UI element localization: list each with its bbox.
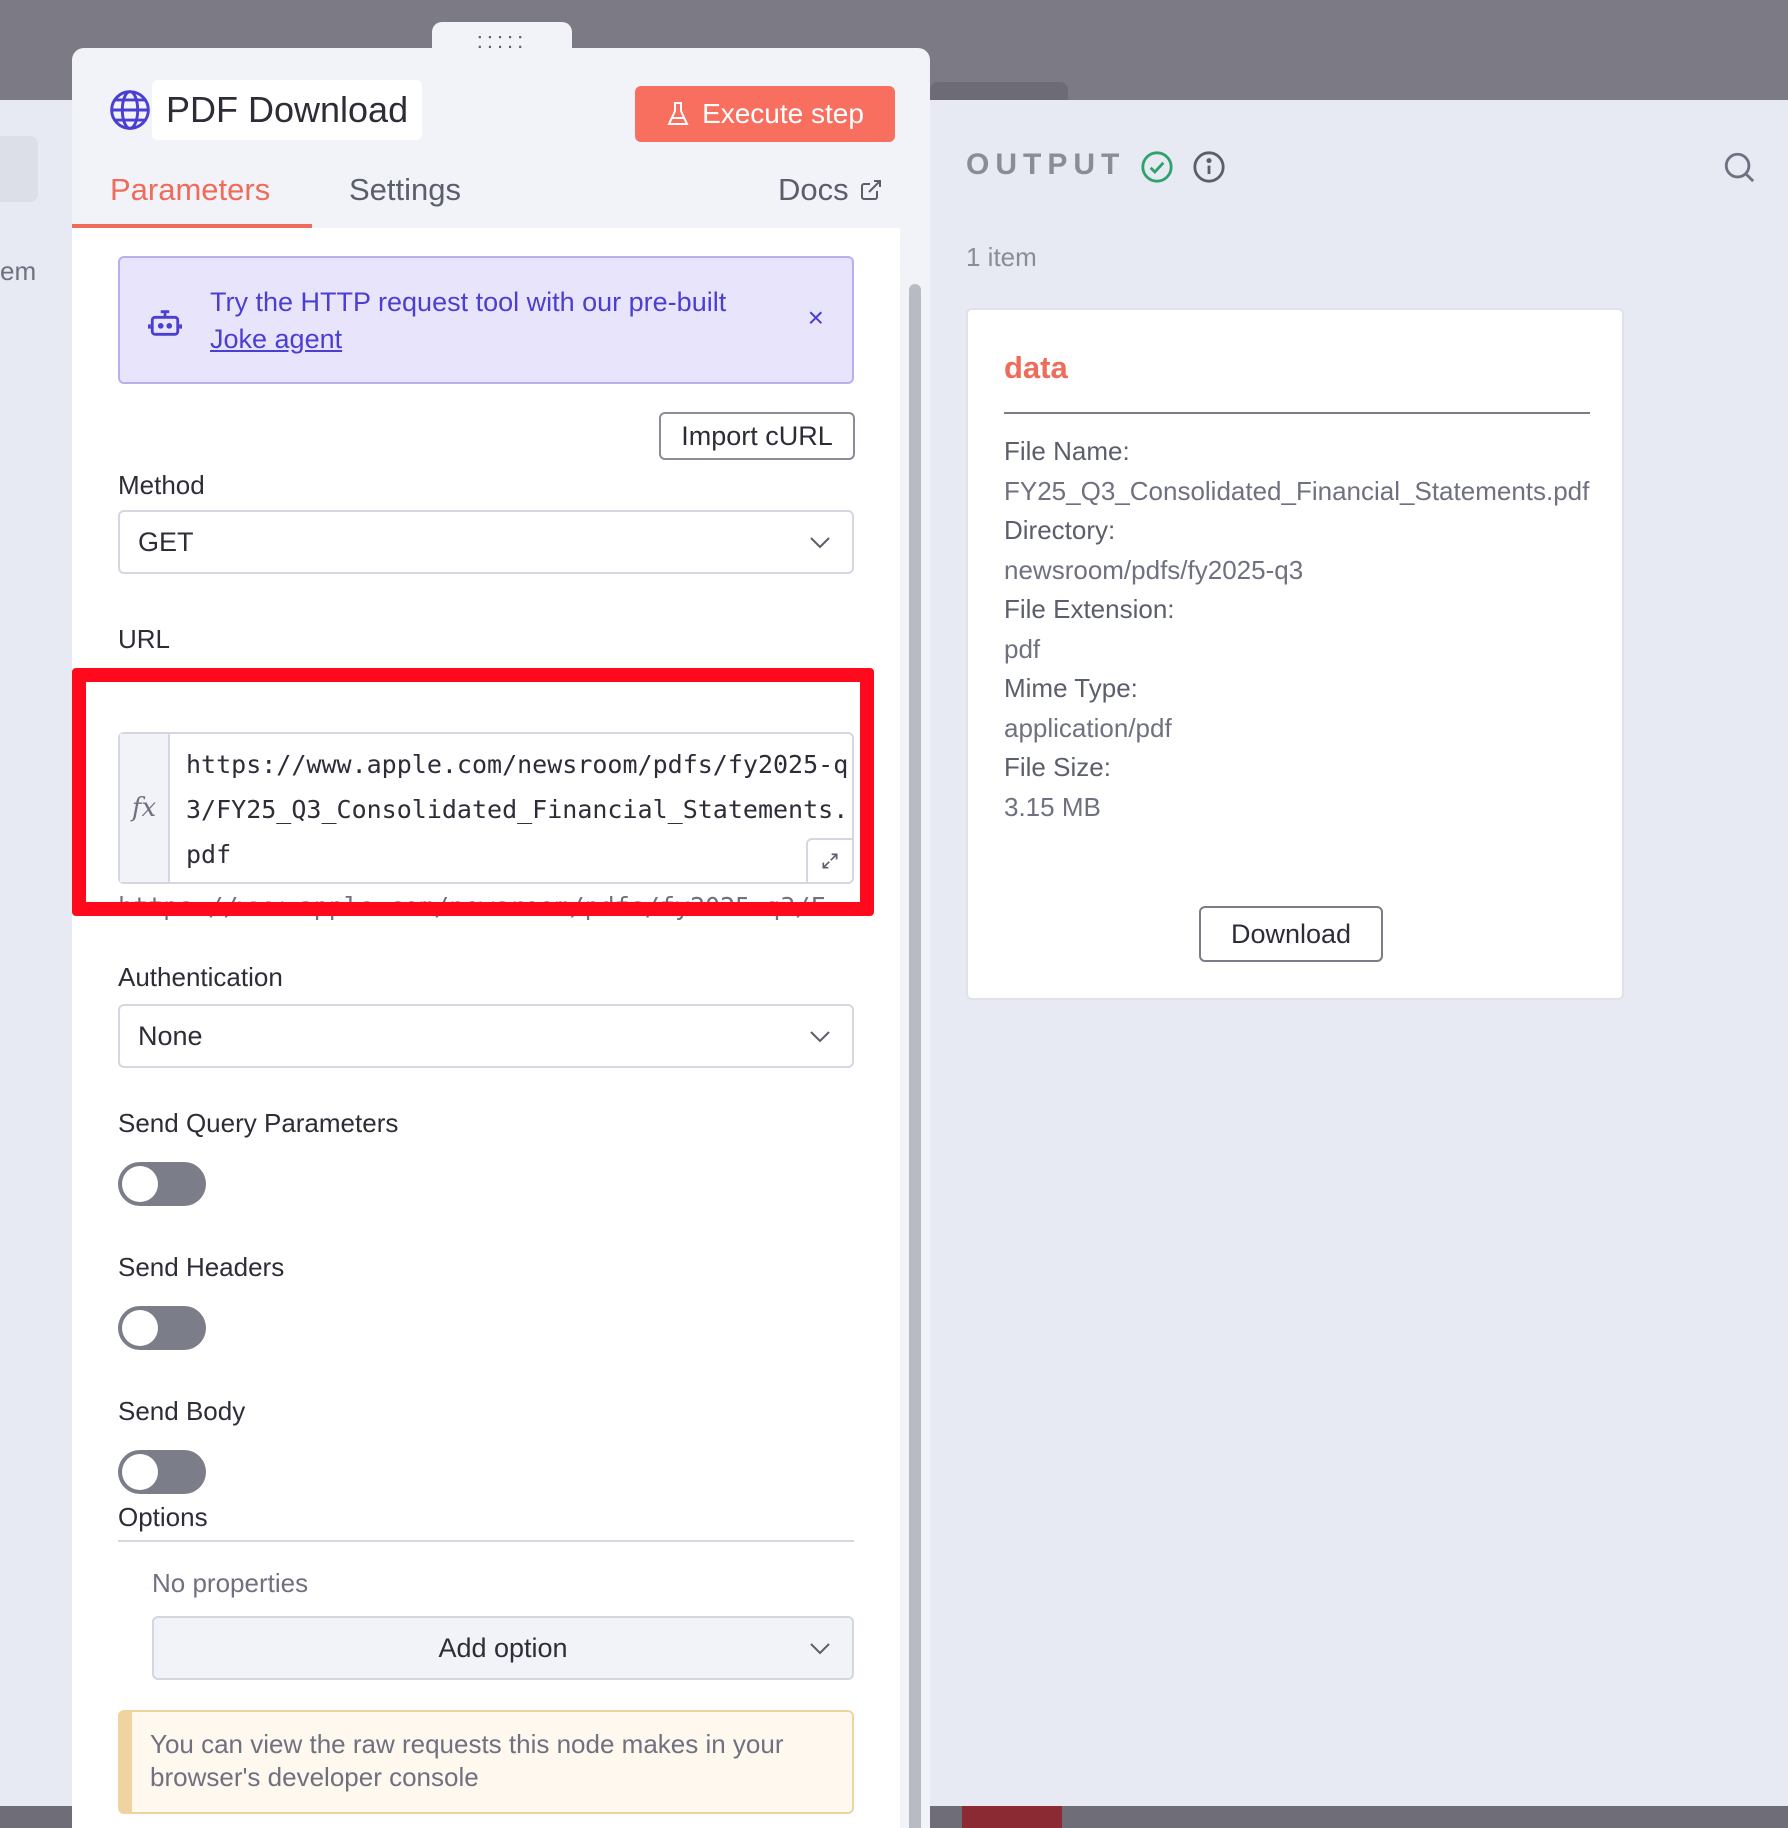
external-link-icon [860,180,881,200]
execute-step-button[interactable]: Execute step [635,86,895,142]
canvas-tab [930,82,1068,100]
send-body-label: Send Body [118,1396,246,1426]
output-item-card: data File Name: FY25_Q3_Consolidated_Fin… [966,308,1624,1000]
directory-value: newsroom/pdfs/fy2025-q3 [1004,554,1304,585]
docs-label: Docs [778,172,849,207]
parameters-body: Try the HTTP request tool with our pre-b… [72,228,900,1828]
card-divider [1004,412,1590,414]
method-label: Method [118,470,205,500]
callout-text: Try the HTTP request tool with our pre-b… [210,284,726,358]
send-query-parameters-toggle[interactable] [118,1162,206,1206]
authentication-select[interactable]: None [118,1004,854,1068]
method-select[interactable]: GET [118,510,854,574]
globe-icon [110,90,150,130]
options-divider [118,1540,854,1542]
file-extension-key: File Extension: [1004,594,1175,624]
options-label: Options [118,1502,208,1532]
authentication-label: Authentication [118,962,283,992]
node-title[interactable]: PDF Download [152,80,423,140]
chevron-down-icon [810,1031,830,1043]
panel-scrollbar[interactable] [900,228,930,1828]
tab-docs[interactable]: Docs [778,172,883,208]
input-panel-stub[interactable] [0,136,38,202]
tab-parameters[interactable]: Parameters [110,172,270,208]
callout-message: Try the HTTP request tool with our pre-b… [210,287,727,317]
close-icon[interactable]: × [808,302,824,334]
file-extension-value: pdf [1004,633,1041,664]
toggle-knob [122,1454,158,1490]
binary-property-name: data [1004,350,1068,385]
node-settings-panel: PDF Download Execute step Parameters Set… [72,48,930,1828]
authentication-value: None [138,1021,203,1051]
file-size-key: File Size: [1004,752,1111,782]
mime-type-key: Mime Type: [1004,673,1138,703]
url-resolved-preview: https://www.apple.com/newsroom/pdfs/fy20… [118,892,854,921]
success-check-icon [1141,151,1173,183]
mime-type-value: application/pdf [1004,712,1172,743]
bottom-indicator [962,1806,1062,1828]
directory-key: Directory: [1004,515,1116,545]
send-query-parameters-label: Send Query Parameters [118,1108,399,1138]
expand-icon [822,853,838,869]
joke-agent-link[interactable]: Joke agent [210,324,342,354]
toggle-knob [122,1166,158,1202]
url-label: URL [118,624,171,654]
item-count: 1 item [966,242,1037,272]
send-body-toggle[interactable] [118,1450,206,1494]
send-headers-label: Send Headers [118,1252,285,1282]
expression-indicator: fx [120,734,170,882]
file-metadata: File Name: FY25_Q3_Consolidated_Financia… [1004,432,1590,827]
url-input[interactable]: fx https://www.apple.com/newsroom/pdfs/f… [118,732,854,884]
add-option-button[interactable]: Add option [152,1616,854,1680]
no-properties-text: No properties [152,1568,309,1598]
execute-step-label: Execute step [702,98,864,129]
input-panel-stub-text: em [0,256,37,286]
info-icon[interactable] [1192,150,1226,184]
flask-icon [667,102,689,125]
file-name-value: FY25_Q3_Consolidated_Financial_Statement… [1004,475,1590,506]
search-icon[interactable] [1722,150,1756,184]
download-button[interactable]: Download [1199,906,1383,962]
chevron-down-icon [810,537,830,549]
panel-header: PDF Download Execute step Parameters Set… [72,48,930,228]
file-name-key: File Name: [1004,436,1130,466]
tab-settings[interactable]: Settings [349,172,461,208]
expand-editor-button[interactable] [806,838,852,882]
method-value: GET [138,527,194,557]
toggle-knob [122,1310,158,1346]
scrollbar-thumb[interactable] [909,284,921,1828]
import-curl-button[interactable]: Import cURL [659,412,855,460]
url-value[interactable]: https://www.apple.com/newsroom/pdfs/fy20… [186,742,856,877]
chevron-down-icon [810,1643,830,1655]
robot-icon [148,310,182,336]
send-headers-toggle[interactable] [118,1306,206,1350]
output-title: OUTPUT [966,148,1126,181]
add-option-label: Add option [438,1633,568,1663]
developer-console-notice: You can view the raw requests this node … [118,1710,854,1814]
http-tool-callout: Try the HTTP request tool with our pre-b… [118,256,854,384]
file-size-value: 3.15 MB [1004,791,1101,822]
